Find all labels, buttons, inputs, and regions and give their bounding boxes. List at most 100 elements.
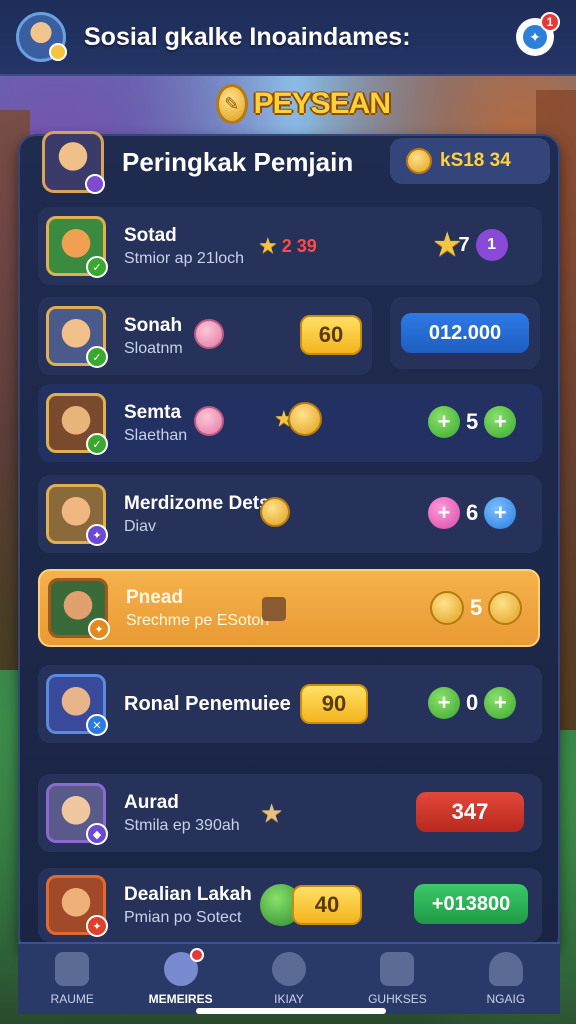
add-button[interactable]: + bbox=[428, 687, 460, 719]
list-item[interactable]: ✓ Sonah Sloatnm 60 bbox=[38, 297, 372, 375]
player-avatar: ✕ bbox=[46, 674, 108, 736]
gem-icon bbox=[194, 319, 224, 349]
chest-icon bbox=[262, 597, 286, 621]
reward-pill: 012.000 bbox=[401, 313, 529, 353]
leaf-badge-icon: ✓ bbox=[86, 346, 108, 368]
user-avatar[interactable] bbox=[16, 12, 67, 62]
player-name: Semta bbox=[124, 401, 182, 423]
profile-icon bbox=[488, 952, 523, 986]
add-button[interactable]: + bbox=[484, 687, 517, 719]
score-pill: 347 bbox=[416, 792, 524, 832]
coin-icon bbox=[406, 148, 432, 174]
list-item[interactable]: ✦ Merdizome Detsn Diav + 6 + bbox=[38, 475, 542, 553]
coin-icon bbox=[260, 497, 290, 527]
magic-badge-icon: ✦ bbox=[86, 524, 108, 546]
list-item[interactable]: ✕ Ronal Penemuiee 90 + 0 + bbox=[38, 665, 542, 743]
count-value: 6 bbox=[466, 500, 479, 525]
level-badge-icon bbox=[85, 174, 105, 194]
add-button[interactable]: + bbox=[484, 497, 517, 529]
add-button[interactable]: + bbox=[428, 497, 460, 529]
player-avatar: ✓ bbox=[46, 393, 108, 455]
player-avatar: ✓ bbox=[46, 306, 108, 368]
leaf-badge-icon: ✓ bbox=[86, 256, 108, 278]
coin-icon bbox=[430, 591, 464, 625]
flame-badge-icon: ✦ bbox=[86, 915, 108, 937]
list-item-current-player[interactable]: ✦ Pnead Srechme pe ESoton 5 bbox=[38, 569, 540, 647]
add-button[interactable]: + bbox=[428, 406, 460, 438]
panel-title: Peringkak Pemjain bbox=[122, 146, 354, 177]
count-value: 0 bbox=[466, 690, 479, 715]
nav-item-profile[interactable]: NGAIG bbox=[452, 944, 560, 1014]
rank-badge: 1 bbox=[475, 229, 508, 261]
player-avatar: ◆ bbox=[46, 783, 108, 845]
player-subtitle: Stmila ep 390ah bbox=[124, 816, 240, 834]
notification-button[interactable]: ✦ 1 bbox=[516, 12, 560, 56]
add-button[interactable]: + bbox=[484, 406, 517, 438]
player-subtitle: Slaethan bbox=[124, 426, 188, 444]
clipboard-icon bbox=[380, 952, 415, 986]
home-indicator[interactable] bbox=[196, 1008, 386, 1014]
gear-icon bbox=[272, 952, 307, 986]
score-pill: 60 bbox=[300, 315, 362, 355]
shield-badge-icon: ◆ bbox=[86, 823, 108, 845]
coin-balance-value: kS18 34 bbox=[440, 150, 511, 171]
reward-box[interactable]: 012.000 bbox=[390, 297, 540, 369]
sword-badge-icon: ✕ bbox=[86, 714, 108, 736]
list-item[interactable]: ◆ Aurad Stmila ep 390ah ★ 347 bbox=[38, 774, 542, 852]
score-value: 2 39 bbox=[281, 235, 317, 256]
player-name: Sonah bbox=[124, 314, 183, 336]
player-name: Dealian Lakah bbox=[124, 883, 252, 905]
nav-label: MEMEIRES bbox=[148, 992, 213, 1006]
player-avatar: ✓ bbox=[46, 216, 108, 278]
player-avatar: ✦ bbox=[48, 578, 110, 640]
fire-badge-icon: ✦ bbox=[88, 618, 110, 640]
panel-avatar[interactable] bbox=[42, 131, 105, 194]
player-subtitle: Sloatnm bbox=[124, 339, 183, 357]
reward-pill: +013800 bbox=[414, 884, 528, 924]
player-name: Sotad bbox=[124, 224, 177, 246]
app-title: Sosial gkalke Inoaindames: bbox=[84, 22, 411, 51]
coin-icon bbox=[287, 402, 322, 436]
count-value: 5 bbox=[466, 409, 479, 434]
player-name: Ronal Penemuiee bbox=[124, 692, 291, 715]
nav-label: RAUME bbox=[50, 992, 94, 1006]
nav-label: NGAIG bbox=[486, 992, 526, 1006]
nav-item-home[interactable]: RAUME bbox=[18, 944, 126, 1014]
home-icon bbox=[55, 952, 90, 986]
gem-icon bbox=[194, 406, 224, 436]
player-avatar: ✦ bbox=[46, 484, 108, 546]
nav-item-settings[interactable]: IKIAY bbox=[235, 944, 343, 1014]
score-pill: 90 bbox=[300, 684, 368, 724]
notification-dot bbox=[190, 948, 205, 962]
nav-label: IKIAY bbox=[274, 992, 304, 1006]
player-name: Merdizome Detsn bbox=[124, 492, 282, 514]
star-icon: ★ bbox=[260, 798, 284, 828]
player-avatar: ✦ bbox=[46, 875, 108, 937]
coin-badge-icon bbox=[49, 43, 67, 61]
coin-balance[interactable]: kS18 34 bbox=[390, 138, 550, 184]
list-item[interactable]: ✦ Dealian Lakah Pmian po Sotect 40 +0138… bbox=[38, 868, 542, 942]
player-subtitle: Pmian po Sotect bbox=[124, 908, 242, 926]
top-bar: Sosial gkalke Inoaindames: ✦ 1 bbox=[0, 0, 576, 76]
banner-coin-icon: ✎ bbox=[216, 84, 248, 124]
leaderboard-banner: ✎ PEYSEAN bbox=[216, 82, 391, 126]
leaf-badge-icon: ✓ bbox=[86, 433, 108, 455]
player-name: Pnead bbox=[126, 586, 184, 608]
panel-header: Peringkak Pemjain kS18 34 bbox=[42, 124, 550, 200]
list-item[interactable]: ✓ Sotad Stmior ap 21loch ★ 2 39 ★ 7 1 bbox=[38, 207, 542, 285]
star-count: 7 bbox=[458, 233, 470, 256]
notification-count: 1 bbox=[540, 12, 560, 32]
bottom-navigation: RAUME MEMEIRES IKIAY GUHKSES NGAIG bbox=[18, 942, 560, 1014]
score-pill: 40 bbox=[292, 885, 362, 925]
star-icon: ★ bbox=[258, 233, 278, 258]
coin-icon bbox=[488, 591, 523, 625]
player-name: Aurad bbox=[124, 791, 179, 813]
nav-item-tasks[interactable]: GUHKSES bbox=[343, 944, 451, 1014]
banner-text: PEYSEAN bbox=[253, 87, 391, 120]
list-item[interactable]: ✓ Semta Slaethan ★ + 5 + bbox=[38, 384, 542, 462]
count-value: 5 bbox=[470, 595, 483, 620]
nav-item-members[interactable]: MEMEIRES bbox=[126, 944, 234, 1014]
nav-label: GUHKSES bbox=[368, 992, 427, 1006]
player-subtitle: Stmior ap 21loch bbox=[124, 249, 245, 267]
player-subtitle: Srechme pe ESoton bbox=[126, 611, 270, 629]
